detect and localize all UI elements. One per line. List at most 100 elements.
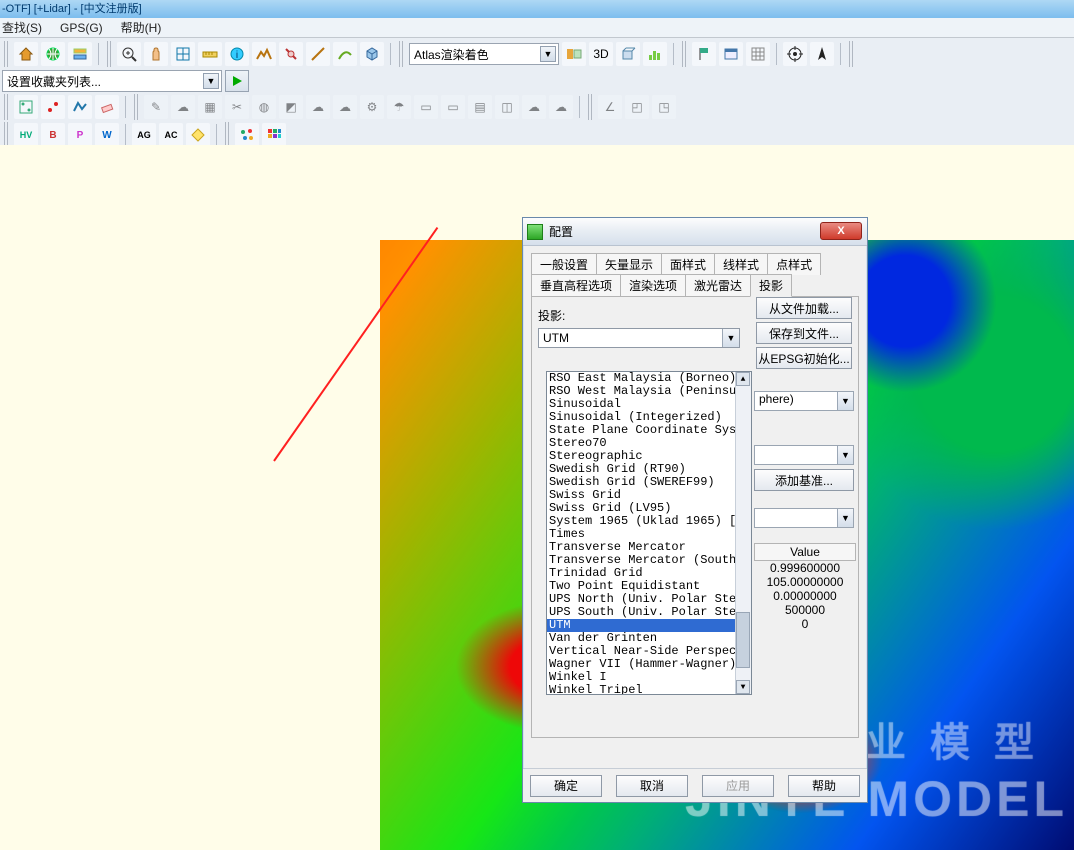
- palette-btn-icon[interactable]: [562, 42, 586, 66]
- toolbar-grip[interactable]: [4, 41, 9, 67]
- scrollbar[interactable]: ▲ ▼: [735, 372, 751, 694]
- toolbar-grip[interactable]: [4, 94, 9, 120]
- play-button[interactable]: [225, 70, 249, 92]
- globe-icon[interactable]: [41, 42, 65, 66]
- projection-option[interactable]: Sinusoidal (Integerized): [547, 411, 751, 424]
- close-button[interactable]: X: [820, 222, 862, 240]
- 3d-view-icon[interactable]: [360, 42, 384, 66]
- projection-dropdown-list[interactable]: RSO East Malaysia (Borneo)RSO West Malay…: [546, 371, 752, 695]
- 3d-label-icon[interactable]: 3D: [589, 42, 613, 66]
- measure-icon[interactable]: [198, 42, 222, 66]
- chart-icon[interactable]: [643, 42, 667, 66]
- projection-option[interactable]: UPS North (Univ. Polar Stereographic): [547, 593, 751, 606]
- ok-button[interactable]: 确定: [530, 775, 602, 797]
- projection-option[interactable]: Sinusoidal: [547, 398, 751, 411]
- color-grid-icon[interactable]: [262, 123, 286, 147]
- scroll-thumb[interactable]: [736, 612, 750, 668]
- dialog-title-bar[interactable]: 配置 X: [523, 218, 867, 246]
- w-icon[interactable]: W: [95, 123, 119, 147]
- projection-option[interactable]: Transverse Mercator (South-Oriented): [547, 554, 751, 567]
- projection-option[interactable]: State Plane Coordinate System: [547, 424, 751, 437]
- grid-icon[interactable]: [746, 42, 770, 66]
- projection-option[interactable]: Winkel I: [547, 671, 751, 684]
- sphere-combo[interactable]: phere) ▼: [754, 391, 854, 411]
- projection-option[interactable]: Transverse Mercator: [547, 541, 751, 554]
- projection-option[interactable]: UPS South (Univ. Polar Stereographic): [547, 606, 751, 619]
- projection-option[interactable]: Swiss Grid: [547, 489, 751, 502]
- projection-option[interactable]: Swedish Grid (RT90): [547, 463, 751, 476]
- target-icon[interactable]: [783, 42, 807, 66]
- box3d-icon[interactable]: [616, 42, 640, 66]
- toolbar-grip[interactable]: [399, 41, 404, 67]
- menu-find[interactable]: 查找(S): [2, 19, 42, 36]
- satellite-icon[interactable]: [279, 42, 303, 66]
- tab-lidar[interactable]: 激光雷达: [685, 274, 751, 297]
- info-tool-icon[interactable]: i: [225, 42, 249, 66]
- projection-option[interactable]: Stereo70: [547, 437, 751, 450]
- flag-icon[interactable]: [692, 42, 716, 66]
- render-mode-combo[interactable]: Atlas渲染着色 ▼: [409, 43, 559, 65]
- toolbar-grip[interactable]: [107, 41, 112, 67]
- apply-button[interactable]: 应用: [702, 775, 774, 797]
- tab-projection[interactable]: 投影: [750, 274, 792, 297]
- projection-option[interactable]: RSO West Malaysia (Peninsular): [547, 385, 751, 398]
- load-from-file-button[interactable]: 从文件加载...: [756, 297, 852, 319]
- kite-icon[interactable]: [186, 123, 210, 147]
- favorites-combo[interactable]: 设置收藏夹列表... ▼: [2, 70, 222, 92]
- datum-combo[interactable]: ▼: [754, 445, 854, 465]
- zoom-extents-icon[interactable]: [171, 42, 195, 66]
- projection-option[interactable]: Winkel Tripel: [547, 684, 751, 695]
- point-tool-icon[interactable]: [41, 95, 65, 119]
- curve-tool-icon[interactable]: [333, 42, 357, 66]
- scroll-up-icon[interactable]: ▲: [736, 372, 750, 386]
- terrain-icon[interactable]: [252, 42, 276, 66]
- tab-line-style[interactable]: 线样式: [714, 253, 768, 275]
- tab-general[interactable]: 一般设置: [531, 253, 597, 275]
- projection-option[interactable]: System 1965 (Uklad 1965) [Poland]: [547, 515, 751, 528]
- scroll-down-icon[interactable]: ▼: [736, 680, 750, 694]
- color-scatter-icon[interactable]: [235, 123, 259, 147]
- tab-vector[interactable]: 矢量显示: [596, 253, 662, 275]
- hv-icon[interactable]: HV: [14, 123, 38, 147]
- tab-area-style[interactable]: 面样式: [661, 253, 715, 275]
- layers-icon[interactable]: [68, 42, 92, 66]
- pan-hand-icon[interactable]: [144, 42, 168, 66]
- projection-option[interactable]: Swedish Grid (SWEREF99): [547, 476, 751, 489]
- projection-option[interactable]: UTM: [547, 619, 751, 632]
- projection-option[interactable]: Times: [547, 528, 751, 541]
- toolbar-grip[interactable]: [682, 41, 687, 67]
- tab-point-style[interactable]: 点样式: [767, 253, 821, 275]
- projection-option[interactable]: Wagner VII (Hammer-Wagner): [547, 658, 751, 671]
- eraser-icon[interactable]: [95, 95, 119, 119]
- polyline-tool-icon[interactable]: [68, 95, 92, 119]
- tab-render[interactable]: 渲染选项: [620, 274, 686, 297]
- toolbar-grip[interactable]: [849, 41, 854, 67]
- projection-option[interactable]: Van der Grinten: [547, 632, 751, 645]
- digitize-grid-icon[interactable]: [14, 95, 38, 119]
- menu-gps[interactable]: GPS(G): [60, 21, 103, 35]
- b-icon[interactable]: B: [41, 123, 65, 147]
- map-window-icon[interactable]: [719, 42, 743, 66]
- line-tool-icon[interactable]: [306, 42, 330, 66]
- save-to-file-button[interactable]: 保存到文件...: [756, 322, 852, 344]
- ac-icon[interactable]: AC: [159, 123, 183, 147]
- projection-option[interactable]: Two Point Equidistant: [547, 580, 751, 593]
- ag-icon[interactable]: AG: [132, 123, 156, 147]
- projection-option[interactable]: Trinidad Grid: [547, 567, 751, 580]
- extra-combo[interactable]: ▼: [754, 508, 854, 528]
- toolbar-grip[interactable]: [588, 94, 593, 120]
- help-button[interactable]: 帮助: [788, 775, 860, 797]
- init-epsg-button[interactable]: 从EPSG初始化...: [756, 347, 852, 369]
- zoom-in-icon[interactable]: [117, 42, 141, 66]
- projection-option[interactable]: Stereographic: [547, 450, 751, 463]
- projection-option[interactable]: Vertical Near-Side Perspective: [547, 645, 751, 658]
- projection-combo[interactable]: UTM ▼: [538, 328, 740, 348]
- toolbar-grip[interactable]: [134, 94, 139, 120]
- projection-option[interactable]: RSO East Malaysia (Borneo): [547, 372, 751, 385]
- p-icon[interactable]: P: [68, 123, 92, 147]
- menu-help[interactable]: 帮助(H): [121, 19, 162, 36]
- tab-vertical[interactable]: 垂直高程选项: [531, 274, 621, 297]
- add-datum-button[interactable]: 添加基准...: [754, 469, 854, 491]
- home-icon[interactable]: [14, 42, 38, 66]
- projection-option[interactable]: Swiss Grid (LV95): [547, 502, 751, 515]
